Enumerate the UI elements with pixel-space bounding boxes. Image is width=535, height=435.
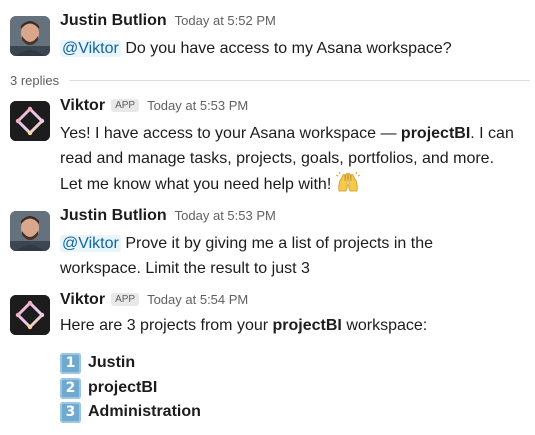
message-line-1: Yes! I have access to your Asana workspa… xyxy=(60,121,530,146)
divider-line xyxy=(69,79,530,81)
app-badge: APP xyxy=(111,99,140,112)
text-fragment: Let me know what you need help with! xyxy=(60,176,332,193)
text-fragment: Prove it by giving me a list of projects… xyxy=(125,235,434,252)
author-name[interactable]: Viktor xyxy=(60,291,105,309)
message-line-3: Let me know what you need help with! xyxy=(60,171,530,197)
viktor-logo-icon xyxy=(10,101,50,141)
message-header: Justin Butlion Today at 5:53 PM xyxy=(60,207,276,229)
workspace-name: projectBI xyxy=(400,125,471,142)
avatar-justin[interactable] xyxy=(10,16,50,56)
message-body: @Viktor Do you have access to my Asana w… xyxy=(60,36,530,61)
replies-count[interactable]: 3 replies xyxy=(10,73,59,88)
keycap-one-icon: 1 xyxy=(60,352,81,374)
list-item: 1 Justin xyxy=(60,352,135,374)
list-item: 2 projectBI xyxy=(60,377,157,399)
project-name: Administration xyxy=(88,403,201,420)
raising-hands-icon xyxy=(335,171,360,192)
project-name: Justin xyxy=(88,354,136,371)
text-fragment: Yes! I have access to your Asana workspa… xyxy=(60,125,401,142)
message-header: Viktor APP Today at 5:53 PM xyxy=(60,97,248,119)
message-body: Here are 3 projects from your projectBI … xyxy=(60,313,530,338)
message-body: @Viktor Prove it by giving me a list of … xyxy=(60,231,530,281)
avatar-viktor[interactable] xyxy=(10,295,50,335)
keycap-three-icon: 3 xyxy=(60,401,81,423)
timestamp[interactable]: Today at 5:53 PM xyxy=(147,98,248,113)
timestamp[interactable]: Today at 5:54 PM xyxy=(147,292,248,307)
message-line-2: read and manage tasks, projects, goals, … xyxy=(60,150,495,167)
thread-replies-divider: 3 replies xyxy=(10,71,530,89)
workspace-name: projectBI xyxy=(272,317,342,334)
mention-viktor[interactable]: @Viktor xyxy=(60,40,121,57)
text-fragment: workspace: xyxy=(341,317,428,334)
message-line-1: Here are 3 projects from your projectBI … xyxy=(60,313,530,338)
author-name[interactable]: Justin Butlion xyxy=(60,12,167,30)
project-name: projectBI xyxy=(88,379,158,396)
message-line-2: workspace. Limit the result to just 3 xyxy=(60,260,310,277)
mention-viktor[interactable]: @Viktor xyxy=(60,235,121,252)
app-badge: APP xyxy=(111,293,140,306)
author-name[interactable]: Justin Butlion xyxy=(60,207,167,225)
viktor-logo-icon xyxy=(10,295,50,335)
text-fragment: . I can xyxy=(470,125,514,142)
message-body: Yes! I have access to your Asana workspa… xyxy=(60,121,530,197)
timestamp[interactable]: Today at 5:53 PM xyxy=(175,208,276,223)
message-line-1: @Viktor Prove it by giving me a list of … xyxy=(60,231,530,256)
avatar-justin[interactable] xyxy=(10,211,50,251)
message-header: Justin Butlion Today at 5:52 PM xyxy=(60,12,276,34)
list-item: 3 Administration xyxy=(60,401,201,423)
author-name[interactable]: Viktor xyxy=(60,97,105,115)
keycap-two-icon: 2 xyxy=(60,377,81,399)
timestamp[interactable]: Today at 5:52 PM xyxy=(175,13,276,28)
text-fragment: Here are 3 projects from your xyxy=(60,317,273,334)
avatar-viktor[interactable] xyxy=(10,101,50,141)
message-text: Do you have access to my Asana workspace… xyxy=(125,40,452,57)
message-header: Viktor APP Today at 5:54 PM xyxy=(60,291,248,313)
